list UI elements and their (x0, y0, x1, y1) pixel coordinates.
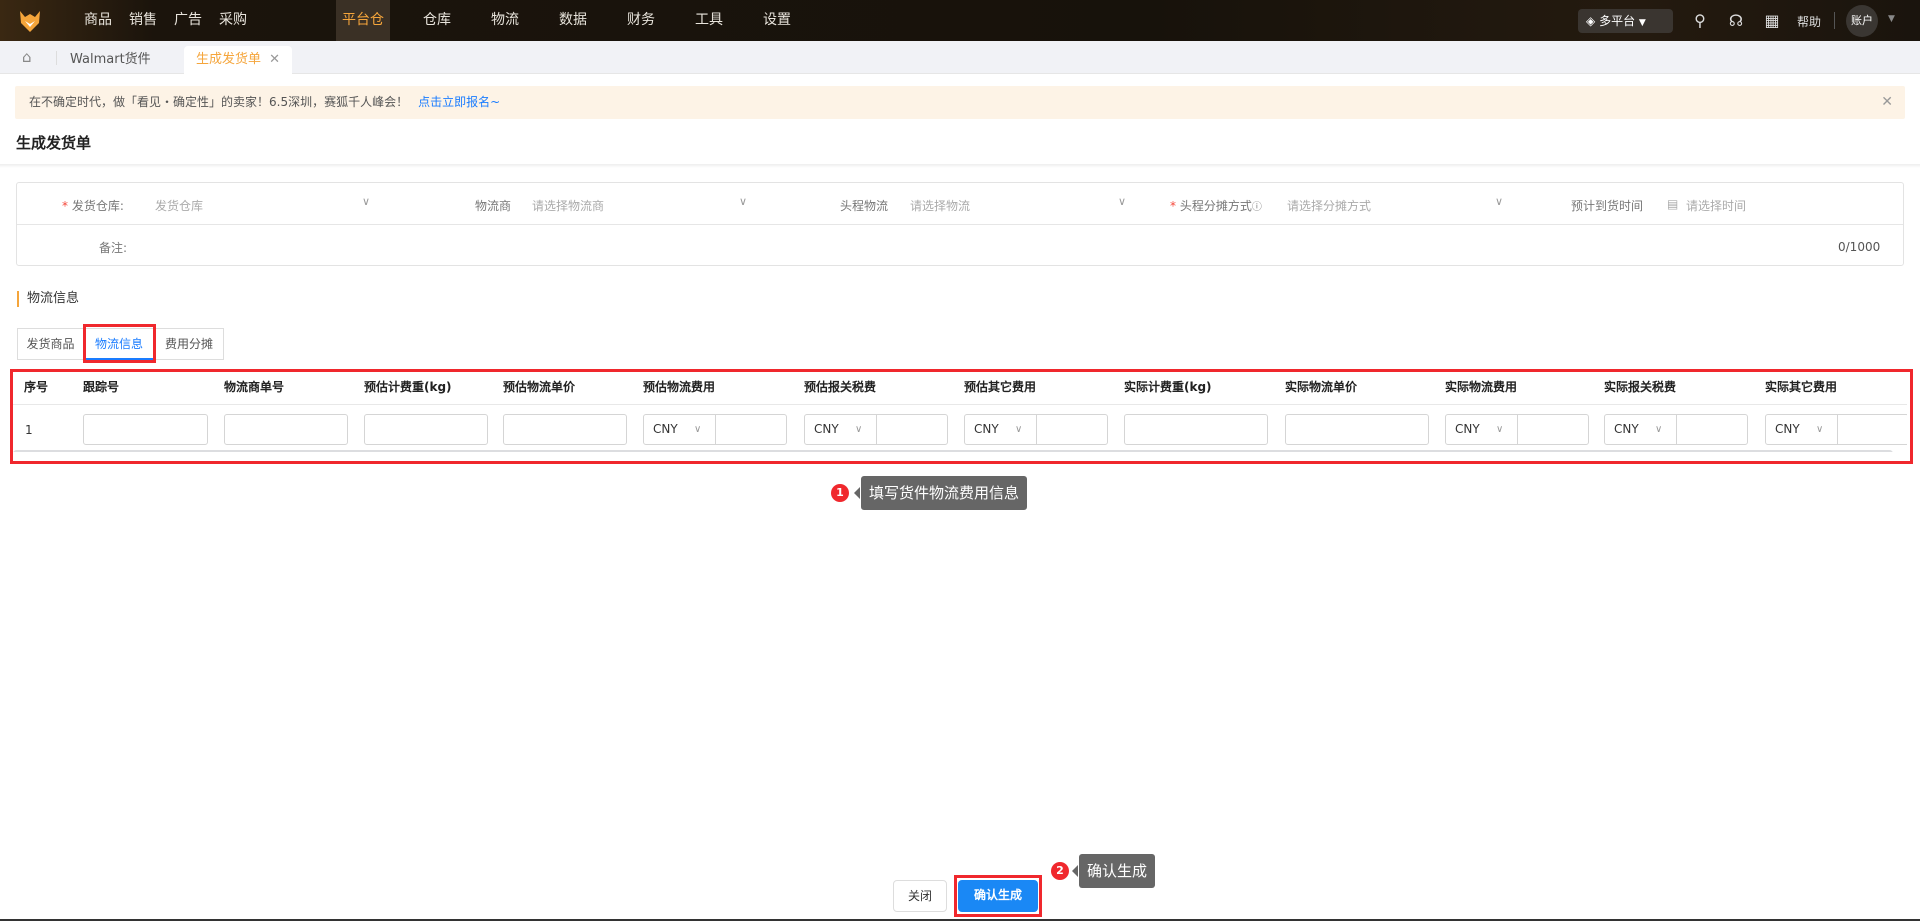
nav-item-tools[interactable]: 工具 (686, 0, 732, 41)
annotation-tooltip: 确认生成 (1071, 854, 1156, 888)
highlight-box (954, 875, 1042, 917)
close-button[interactable]: 关闭 (893, 880, 947, 912)
remark-label: 备注: (99, 241, 128, 255)
highlight-box (10, 369, 1913, 464)
help-link[interactable]: 帮助 (1797, 13, 1821, 30)
chevron-down-icon: ∨ (362, 195, 371, 208)
chevron-down-icon: ∨ (739, 195, 748, 208)
nav-item-purchase[interactable]: 采购 (210, 0, 256, 41)
tab-label: 生成发货单 (196, 52, 262, 67)
notice-banner: 在不确定时代，做「看见・确定性」的卖家！6.5深圳，赛狐千人峰会！ 点击立即报名~… (15, 86, 1905, 119)
home-icon[interactable]: ⌂ (22, 48, 32, 66)
nav-item-data[interactable]: 数据 (550, 0, 596, 41)
allocation-select[interactable]: 请选择分摊方式 (1287, 197, 1522, 217)
search-icon[interactable]: ⚲ (1690, 11, 1710, 31)
annotation-tooltip: 填写货件物流费用信息 (853, 476, 1028, 510)
eta-date-picker[interactable]: 请选择时间 (1686, 197, 1886, 217)
tab-walmart-shipment[interactable]: Walmart货件 (70, 46, 151, 74)
warehouse-label: * 发货仓库: (62, 199, 124, 213)
shipment-form: * 发货仓库: 发货仓库 ∨ 物流商 请选择物流商 ∨ 头程物流 请选择物流 ∨… (16, 182, 1904, 266)
banner-text: 在不确定时代，做「看见・确定性」的卖家！6.5深圳，赛狐千人峰会！ (29, 95, 409, 109)
remark-counter: 0/1000 (1838, 240, 1881, 254)
nav-item-products[interactable]: 商品 (75, 0, 121, 41)
section-title: 物流信息 (17, 291, 79, 307)
nav-item-logistics[interactable]: 物流 (482, 0, 528, 41)
nav-item-ads[interactable]: 广告 (165, 0, 211, 41)
firstleg-label: 头程物流 (840, 199, 889, 213)
help-icon: ⓘ (1251, 202, 1262, 213)
nav-item-platform-warehouse[interactable]: 平台仓 (336, 0, 390, 41)
step-badge: 1 (831, 484, 849, 502)
logo-icon (20, 11, 40, 32)
nav-item-settings[interactable]: 设置 (754, 0, 800, 41)
remark-textarea[interactable] (137, 227, 1897, 263)
tab-bar: ⌂ Walmart货件 生成发货单 ✕ (0, 41, 1920, 74)
highlight-box (83, 324, 156, 363)
tab-shipment-products[interactable]: 发货商品 (17, 328, 84, 360)
platform-switcher[interactable]: ◈ 多平台 ▼ (1578, 9, 1673, 33)
caret-down-icon[interactable]: ▼ (1888, 14, 1895, 24)
platform-label: 多平台 (1599, 14, 1636, 28)
account-avatar[interactable]: 账户 (1846, 5, 1878, 37)
close-icon[interactable]: ✕ (1881, 86, 1893, 119)
nav-item-sales[interactable]: 销售 (120, 0, 166, 41)
divider (17, 224, 1903, 225)
carrier-select[interactable]: 请选择物流商 (532, 197, 767, 217)
nav-item-warehouse[interactable]: 仓库 (414, 0, 460, 41)
tab-generate-shipment[interactable]: 生成发货单 ✕ (184, 46, 293, 74)
top-nav: 商品 销售 广告 采购 平台仓 仓库 物流 数据 财务 工具 设置 ◈ 多平台 … (0, 0, 1920, 41)
divider (1834, 12, 1835, 29)
header-shadow (0, 164, 1920, 168)
step-badge: 2 (1051, 862, 1069, 880)
allocation-label: * 头程分摊方式ⓘ (1170, 199, 1262, 213)
divider (56, 51, 57, 65)
carrier-label: 物流商 (475, 199, 512, 213)
register-link[interactable]: 点击立即报名~ (418, 95, 500, 109)
chevron-down-icon: ∨ (1118, 195, 1127, 208)
firstleg-select[interactable]: 请选择物流 (910, 197, 1145, 217)
chevron-down-icon: ∨ (1495, 195, 1504, 208)
nav-item-finance[interactable]: 财务 (618, 0, 664, 41)
warehouse-select[interactable]: 发货仓库 (155, 197, 390, 217)
layers-icon: ◈ (1586, 14, 1596, 28)
headset-icon[interactable]: ☊ (1726, 11, 1746, 31)
tab-cost-allocation[interactable]: 费用分摊 (154, 328, 224, 360)
close-icon[interactable]: ✕ (269, 52, 280, 67)
apps-grid-icon[interactable]: ▦ (1762, 11, 1782, 31)
calendar-icon: ▤ (1667, 197, 1679, 211)
eta-label: 预计到货时间 (1571, 199, 1644, 213)
caret-down-icon: ▼ (1638, 18, 1646, 28)
page-title: 生成发货单 (16, 134, 92, 152)
